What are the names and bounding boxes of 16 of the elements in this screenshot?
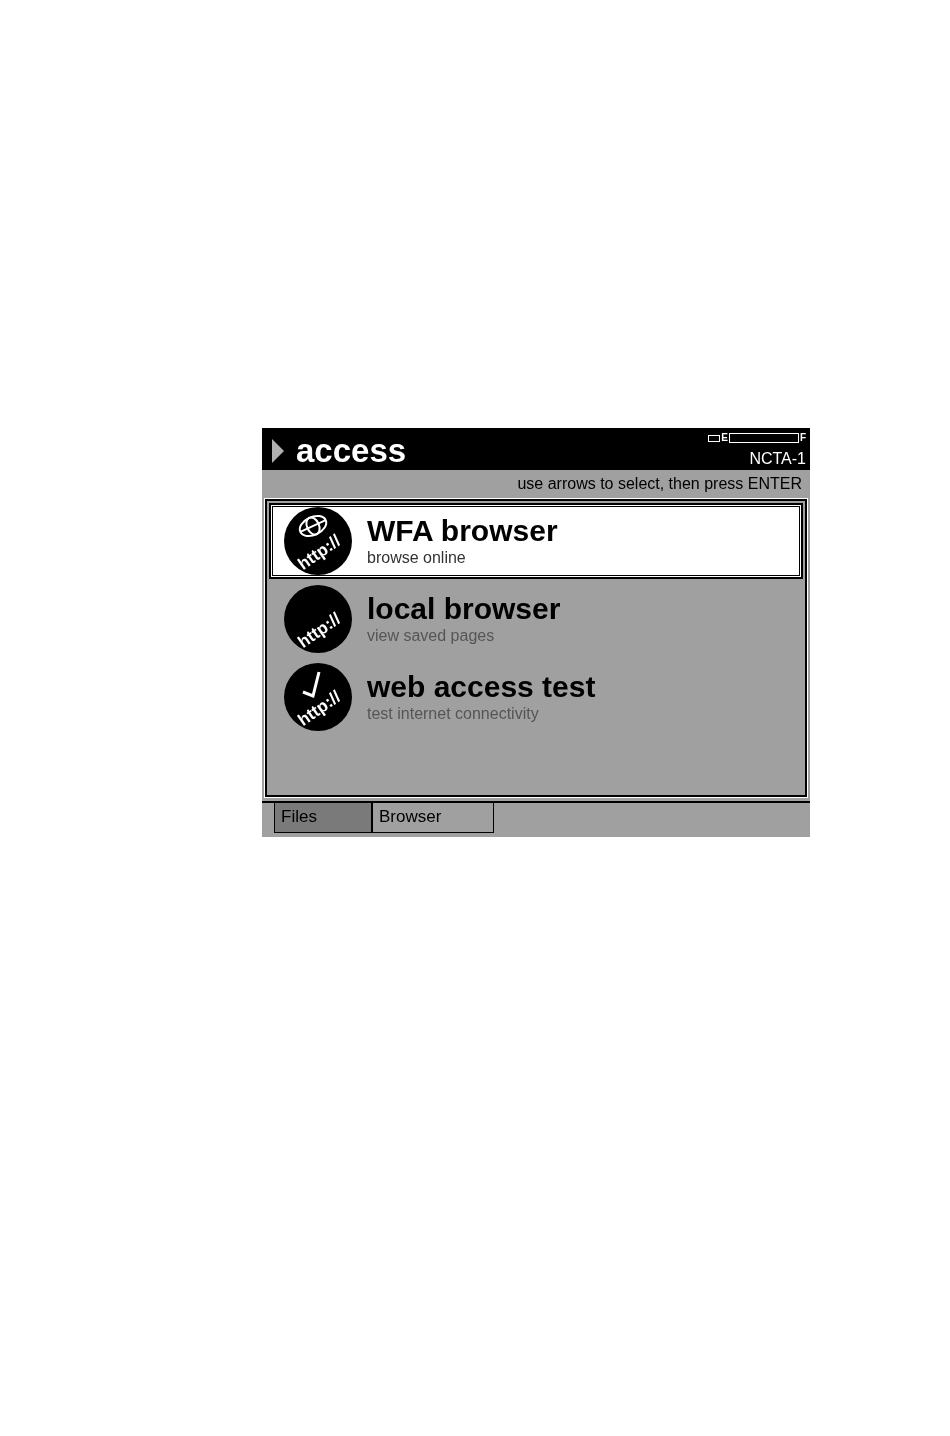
- battery-label: E: [721, 433, 728, 443]
- triangle-icon: [272, 439, 284, 463]
- battery-label: F: [799, 433, 806, 443]
- battery-icon: [708, 434, 721, 442]
- device-name: NCTA-1: [749, 450, 806, 468]
- screen-title: access: [296, 433, 407, 469]
- battery-gauge: [728, 433, 799, 443]
- item-title: WFA browser: [367, 514, 558, 548]
- hint-text: use arrows to select, then press ENTER: [517, 475, 802, 493]
- item-title: local browser: [367, 592, 561, 626]
- tab[interactable]: Browser: [372, 803, 494, 833]
- item-title: web access test: [367, 670, 596, 704]
- item-description: test internet connectivity: [367, 704, 540, 724]
- tab[interactable]: Files: [274, 803, 372, 833]
- item-description: view saved pages: [367, 626, 496, 646]
- item-description: browse online: [367, 548, 467, 568]
